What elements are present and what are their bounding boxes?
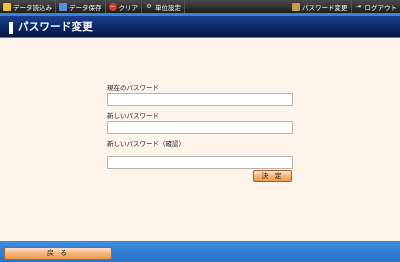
new-password-input[interactable]	[107, 121, 293, 134]
page-title: パスワード変更	[18, 21, 93, 33]
current-password-input[interactable]	[107, 93, 293, 106]
main-panel: 現在のパスワード 新しいパスワード 新しいパスワード（確認）	[0, 38, 400, 241]
unit-settings-label: 単位設定	[155, 3, 181, 12]
confirm-password-label: 新しいパスワード（確認）	[107, 140, 185, 148]
password-icon	[292, 2, 300, 11]
confirm-button[interactable]: 決 定	[253, 170, 292, 182]
logout-button[interactable]: ⇥ ログアウト	[352, 0, 400, 13]
top-toolbar: データ読込み データ保存 − クリア ⚙ 単位設定 パスワード変更 ⇥ ログアウ…	[0, 0, 400, 13]
title-bar: パスワード変更	[0, 15, 400, 37]
clear-button[interactable]: − クリア	[106, 0, 142, 13]
logout-icon: ⇥	[355, 2, 362, 10]
current-password-label: 現在のパスワード	[107, 84, 159, 92]
title-accent	[9, 22, 13, 34]
unit-settings-button[interactable]: ⚙ 単位設定	[142, 0, 185, 13]
change-password-label: パスワード変更	[302, 3, 348, 12]
load-data-label: データ読込み	[13, 3, 52, 12]
clear-label: クリア	[118, 3, 139, 12]
back-button[interactable]: 戻 る	[4, 247, 112, 260]
save-data-label: データ保存	[69, 3, 102, 12]
folder-icon	[3, 2, 11, 11]
password-form: 現在のパスワード 新しいパスワード 新しいパスワード（確認）	[107, 84, 293, 169]
change-password-button[interactable]: パスワード変更	[289, 0, 352, 13]
logout-label: ログアウト	[364, 3, 398, 12]
save-icon	[59, 2, 67, 11]
save-data-button[interactable]: データ保存	[56, 0, 106, 13]
gear-icon: ⚙	[146, 2, 152, 10]
clear-icon: −	[108, 2, 117, 11]
new-password-label: 新しいパスワード	[107, 112, 159, 120]
confirm-password-input[interactable]	[107, 155, 293, 169]
load-data-button[interactable]: データ読込み	[0, 0, 56, 13]
